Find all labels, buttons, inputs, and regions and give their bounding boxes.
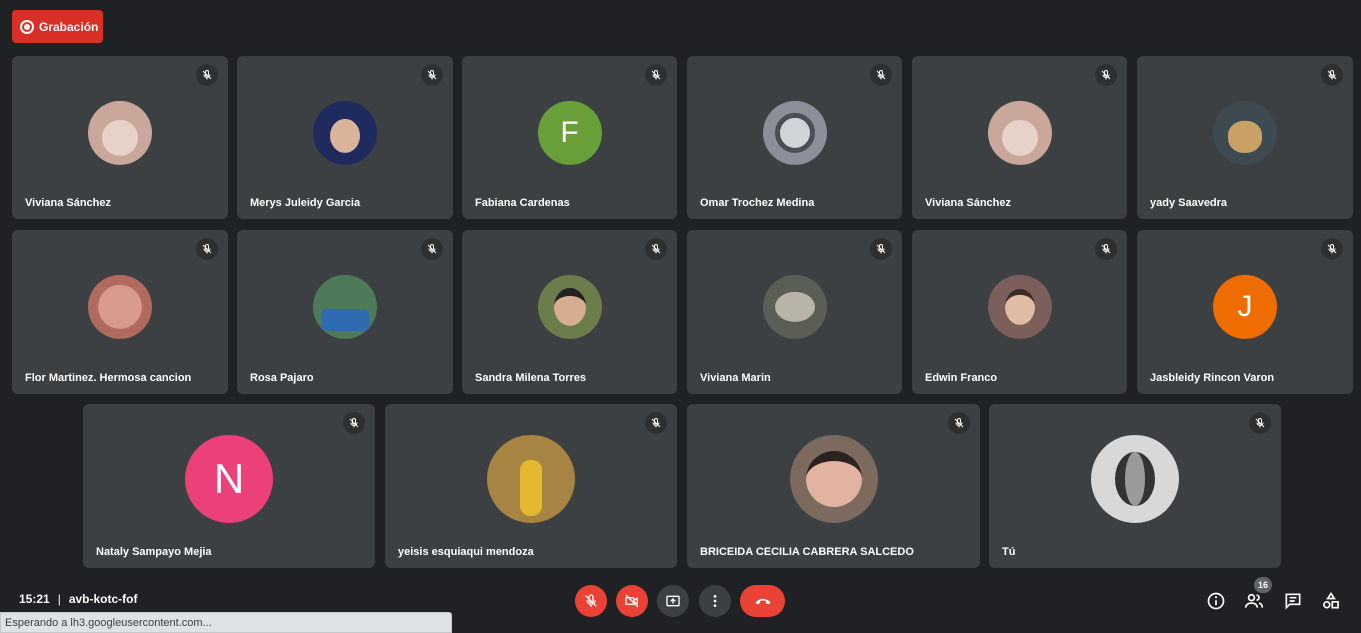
participant-tile[interactable]: yeisis esquiaqui mendoza (385, 404, 677, 568)
avatar (762, 100, 827, 165)
recording-label: Grabación (39, 19, 99, 34)
mic-off-icon (870, 64, 892, 86)
avatar (313, 274, 377, 339)
participant-tile[interactable]: BRICEIDA CECILIA CABRERA SALCEDO (687, 404, 980, 568)
mic-off-icon (1249, 412, 1271, 434)
meeting-details-button[interactable] (1204, 589, 1228, 613)
participant-name: Viviana Sánchez (925, 197, 1012, 209)
mic-off-icon (1321, 238, 1343, 260)
participant-name: Sandra Milena Torres (475, 372, 587, 384)
separator: | (57, 592, 61, 606)
mic-off-icon (421, 238, 443, 260)
meeting-info: 15:21 | avb-kotc-fof (19, 592, 138, 606)
camera-off-icon (625, 594, 639, 608)
mic-off-icon (645, 64, 667, 86)
participant-tile[interactable]: Merys Juleidy Garcia (237, 56, 453, 219)
avatar (789, 434, 878, 523)
avatar (1213, 100, 1277, 165)
present-screen-button[interactable] (657, 585, 689, 617)
mic-off-icon (645, 238, 667, 260)
participant-name: Nataly Sampayo Mejia (96, 546, 212, 558)
participant-tile[interactable]: Edwin Franco (912, 230, 1127, 394)
participant-tile[interactable]: F Fabiana Cardenas (462, 56, 677, 219)
participant-name: Merys Juleidy Garcia (250, 197, 361, 209)
activities-icon (1323, 591, 1339, 609)
mic-off-icon (948, 412, 970, 434)
chat-icon (1285, 593, 1301, 610)
participant-name: Flor Martinez. Hermosa cancion (25, 372, 192, 384)
avatar-initial: F (537, 100, 602, 165)
mic-off-icon (343, 412, 365, 434)
activities-button[interactable] (1319, 589, 1343, 613)
more-options-button[interactable] (699, 585, 731, 617)
participant-tile[interactable]: Viviana Marin (687, 230, 902, 394)
avatar (537, 274, 602, 339)
participant-name: yeisis esquiaqui mendoza (398, 546, 534, 558)
avatar-initial: J (1213, 274, 1277, 339)
participant-tile[interactable]: Omar Trochez Medina (687, 56, 902, 219)
recording-badge: Grabación (12, 10, 103, 43)
more-vert-icon (713, 595, 717, 607)
avatar (1091, 434, 1179, 523)
present-screen-icon (666, 595, 680, 607)
participant-tile[interactable]: N Nataly Sampayo Mejia (83, 404, 375, 568)
avatar (88, 274, 152, 339)
participant-tile[interactable]: yady Saavedra (1137, 56, 1353, 219)
participant-tile[interactable]: Rosa Pajaro (237, 230, 453, 394)
mic-off-icon (1095, 64, 1117, 86)
hang-up-icon (755, 598, 770, 605)
mic-off-icon (585, 594, 597, 607)
mic-off-icon (196, 64, 218, 86)
participant-tile[interactable]: Viviana Sánchez (912, 56, 1127, 219)
avatar (762, 274, 827, 339)
participant-tile[interactable]: Sandra Milena Torres (462, 230, 677, 394)
participant-tile[interactable]: Flor Martinez. Hermosa cancion (12, 230, 228, 394)
avatar-initial: N (185, 434, 273, 523)
people-icon (1244, 593, 1264, 608)
avatar (313, 100, 377, 165)
avatar (487, 434, 575, 523)
camera-toggle-button[interactable] (616, 585, 648, 617)
participant-count-badge: 16 (1254, 577, 1272, 593)
participant-name: Jasbleidy Rincon Varon (1150, 372, 1275, 384)
mic-off-icon (421, 64, 443, 86)
avatar (987, 100, 1052, 165)
mic-off-icon (870, 238, 892, 260)
info-icon (1207, 592, 1225, 610)
participant-name: Viviana Sánchez (25, 197, 112, 209)
participant-name: yady Saavedra (1150, 197, 1228, 209)
chat-button[interactable] (1281, 589, 1305, 613)
mic-off-icon (645, 412, 667, 434)
participant-tile[interactable]: Viviana Sánchez (12, 56, 228, 219)
participant-name: BRICEIDA CECILIA CABRERA SALCEDO (700, 546, 914, 558)
meeting-time: 15:21 (19, 592, 50, 606)
participant-tile[interactable]: Tú (989, 404, 1281, 568)
avatar (88, 100, 152, 165)
mic-off-icon (1095, 238, 1117, 260)
participant-name: Viviana Marin (700, 372, 771, 384)
meeting-code: avb-kotc-fof (68, 592, 138, 606)
participant-name: Tú (1002, 546, 1016, 558)
participant-name: Edwin Franco (925, 372, 998, 384)
participant-name: Omar Trochez Medina (700, 197, 815, 209)
mic-off-icon (1321, 64, 1343, 86)
record-icon (20, 19, 34, 34)
leave-call-button[interactable] (740, 585, 785, 617)
mic-off-icon (196, 238, 218, 260)
participant-name: Fabiana Cardenas (475, 197, 570, 209)
avatar (987, 274, 1052, 339)
browser-status-bar: Esperando a lh3.googleusercontent.com... (0, 612, 452, 633)
microphone-toggle-button[interactable] (575, 585, 607, 617)
participant-name: Rosa Pajaro (250, 372, 314, 384)
participant-tile[interactable]: J Jasbleidy Rincon Varon (1137, 230, 1353, 394)
